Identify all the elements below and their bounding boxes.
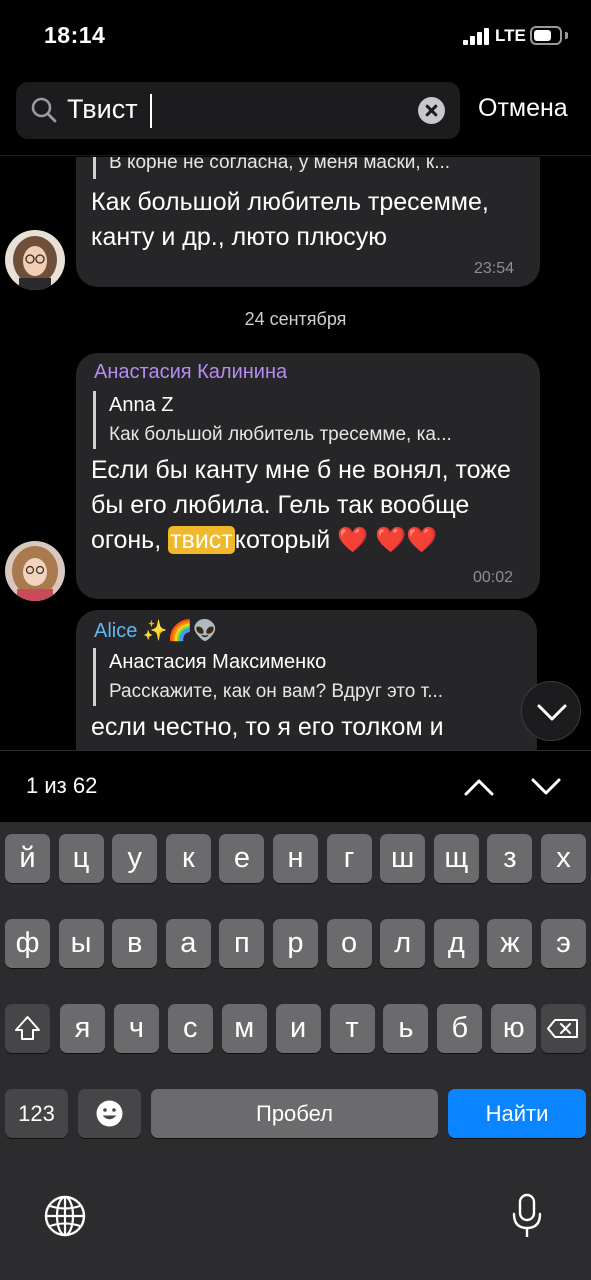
sender-name[interactable]: Анастасия Калинина [94, 361, 287, 384]
key-row1-0[interactable]: й [5, 834, 50, 883]
battery-level [534, 30, 551, 41]
results-count: 1 из 62 [26, 773, 98, 798]
clear-search-icon[interactable] [418, 97, 445, 124]
search-icon [31, 97, 57, 123]
message-text: Как большой любитель тресемме, канту и д… [91, 188, 489, 251]
key-row2-2[interactable]: в [112, 919, 158, 968]
reply-text: В корне не согласна, у меня маски, к... [109, 157, 451, 173]
cellular-signal-icon [463, 28, 489, 45]
avatar[interactable] [5, 230, 65, 290]
key-row2-10[interactable]: э [541, 919, 586, 968]
key-row1-5[interactable]: н [273, 834, 318, 883]
key-row1-9[interactable]: з [487, 834, 533, 883]
key-row1-7[interactable]: ш [380, 834, 426, 883]
backspace-icon [547, 1019, 578, 1038]
shift-icon [15, 1016, 40, 1040]
text-cursor [150, 94, 152, 128]
key-row1-8[interactable]: щ [433, 834, 479, 883]
key-row1-3[interactable]: к [165, 834, 211, 883]
message-time: 00:02 [473, 569, 514, 586]
key-row2-1[interactable]: ы [58, 919, 104, 968]
key-row1-6[interactable]: г [326, 834, 372, 883]
key-row2-6[interactable]: о [326, 919, 372, 968]
space-key[interactable]: Пробел [151, 1089, 438, 1138]
message-bubble[interactable]: В корне не согласна, у меня маски, к... … [76, 157, 540, 287]
chevron-up-icon[interactable] [463, 771, 495, 803]
emoji-icon [96, 1100, 123, 1127]
reply-text: Расскажите, как он вам? Вдруг это т... [109, 681, 444, 702]
search-results-bar: 1 из 62 [0, 750, 591, 822]
scroll-down-button[interactable] [521, 681, 581, 741]
key-row3-0[interactable]: я [60, 1004, 105, 1053]
message-text-after: который ❤️ ❤️❤️ [234, 526, 438, 554]
key-row1-4[interactable]: е [219, 834, 265, 883]
key-row3-6[interactable]: ь [383, 1004, 429, 1053]
key-row2-7[interactable]: л [380, 919, 426, 968]
key-row3-3[interactable]: м [221, 1004, 267, 1053]
key-row3-2[interactable]: с [167, 1004, 213, 1053]
reply-quote[interactable]: В корне не согласна, у меня маски, к... [93, 157, 523, 179]
battery-cap [565, 32, 568, 39]
message-text: если честно, то я его толком и [91, 713, 444, 741]
message-text: Если бы канту мне б не вонял, тоже бы ег… [91, 453, 521, 558]
key-row1-10[interactable]: х [541, 834, 586, 883]
key-row1-1[interactable]: ц [58, 834, 104, 883]
status-bar: 18:14 LTE [0, 0, 591, 72]
message-bubble[interactable]: Alice ✨🌈👽 Анастасия Максименко Расскажит… [76, 610, 537, 750]
reply-author: Anna Z [109, 394, 174, 416]
key-row3-4[interactable]: и [275, 1004, 321, 1053]
key-row2-3[interactable]: а [165, 919, 211, 968]
reply-quote[interactable]: Анастасия Максименко Расскажите, как он … [93, 648, 523, 706]
key-row3-7[interactable]: б [437, 1004, 483, 1053]
key-row2-8[interactable]: д [433, 919, 479, 968]
numbers-key[interactable]: 123 [5, 1089, 68, 1138]
search-submit-button[interactable]: Найти [448, 1089, 586, 1138]
network-type: LTE [495, 26, 526, 45]
status-time: 18:14 [44, 22, 106, 48]
key-row3-8[interactable]: ю [491, 1004, 537, 1053]
microphone-icon[interactable] [509, 1192, 545, 1240]
chevron-down-icon[interactable] [530, 771, 562, 803]
sender-name[interactable]: Alice ✨🌈👽 [94, 618, 218, 643]
keyboard: йцукенгшщзх фывапролджэ ячсмитьбю 123 Пр… [0, 822, 591, 1280]
key-row2-9[interactable]: ж [487, 919, 533, 968]
emoji-key[interactable] [78, 1089, 141, 1138]
shift-key[interactable] [5, 1004, 50, 1053]
key-row2-4[interactable]: п [219, 919, 265, 968]
key-row2-0[interactable]: ф [5, 919, 50, 968]
search-input[interactable]: Твист [16, 82, 460, 139]
backspace-key[interactable] [541, 1004, 586, 1053]
search-highlight: твист [168, 526, 235, 554]
key-row3-5[interactable]: т [329, 1004, 375, 1053]
key-row1-2[interactable]: у [112, 834, 158, 883]
avatar[interactable] [5, 541, 65, 601]
telegram-search-screen: 18:14 LTE Твист Отмена В корне не соглас… [0, 0, 591, 1280]
chevron-down-icon [537, 704, 567, 721]
battery-icon [530, 26, 562, 45]
date-separator: 24 сентября [244, 309, 347, 329]
reply-author: Анастасия Максименко [109, 651, 327, 673]
reply-text: Как большой любитель тресемме, ка... [109, 424, 452, 445]
message-list[interactable]: В корне не согласна, у меня маски, к... … [0, 157, 591, 750]
search-query[interactable]: Твист [67, 94, 138, 125]
globe-icon[interactable] [43, 1194, 87, 1238]
message-bubble[interactable]: Анастасия Калинина Anna Z Как большой лю… [76, 353, 540, 599]
search-bar: Твист Отмена [0, 72, 591, 156]
key-row3-1[interactable]: ч [113, 1004, 159, 1053]
cancel-button[interactable]: Отмена [478, 94, 568, 123]
key-row2-5[interactable]: р [273, 919, 318, 968]
reply-quote[interactable]: Anna Z Как большой любитель тресемме, ка… [93, 391, 523, 449]
message-time: 23:54 [474, 260, 515, 277]
